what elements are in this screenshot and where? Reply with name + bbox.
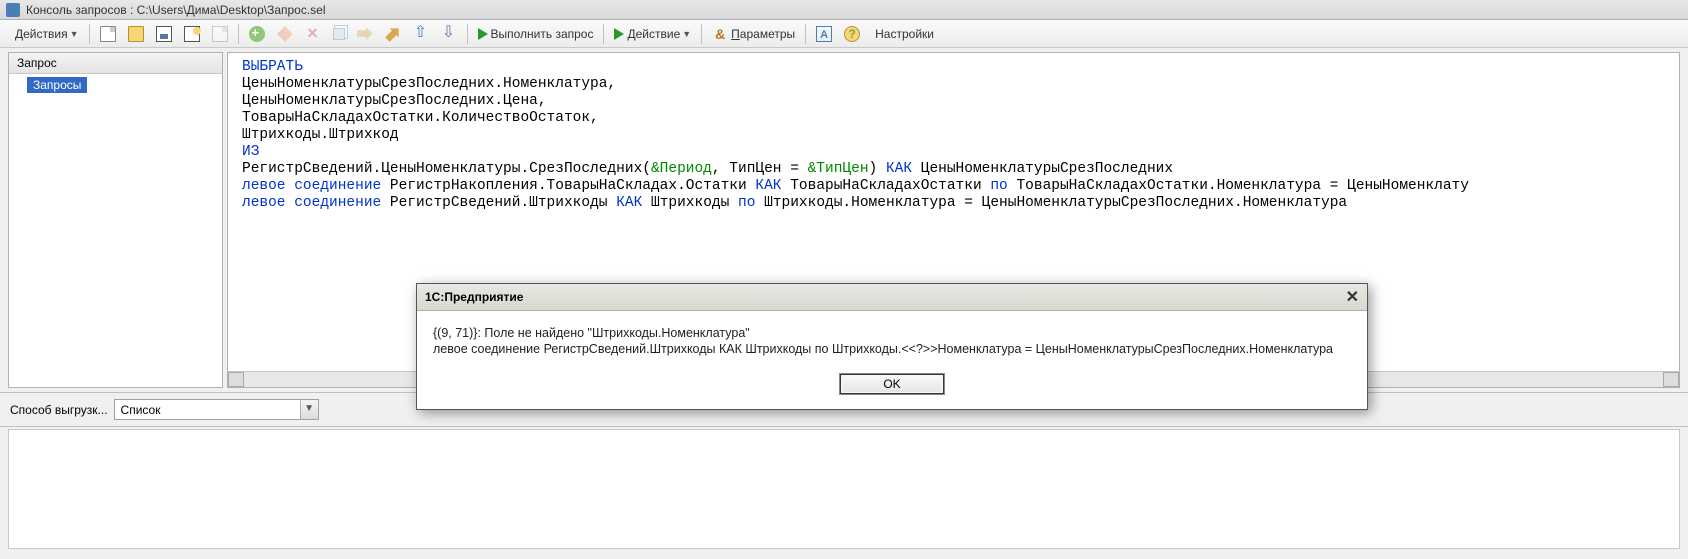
ok-button[interactable]: OK [839,373,945,395]
separator [89,24,90,44]
dialog-titlebar[interactable]: 1С:Предприятие ✕ [417,284,1367,311]
export-label: Способ выгрузк... [10,403,108,417]
save-as-icon [184,26,200,42]
sort-button[interactable] [380,23,406,45]
results-panel[interactable] [8,429,1680,549]
toolbar: Действия▼ ✕ ⇧ ⇩ Выполнить запрос Действи… [0,20,1688,48]
folder-open-icon [128,26,144,42]
tree-item-queries[interactable]: Запросы [27,77,87,93]
export-mode-value: Список [115,403,300,417]
save-as-button[interactable] [179,23,205,45]
play-icon [478,28,488,40]
arrow-up-icon: ⇧ [413,26,429,42]
settings-icon: A [816,26,832,42]
settings-button[interactable]: A [811,23,837,45]
disabled-button [207,23,233,45]
separator [238,24,239,44]
window-title: Консоль запросов : C:\Users\Дима\Desktop… [26,3,326,17]
close-icon[interactable]: ✕ [1346,287,1359,307]
plus-icon [249,26,265,42]
query-list-panel: Запрос Запросы [8,52,223,388]
separator [467,24,468,44]
open-button[interactable] [123,23,149,45]
move-down-button[interactable]: ⇩ [436,23,462,45]
export-mode-combo[interactable]: Список ▼ [114,399,319,420]
separator [805,24,806,44]
actions-menu-button[interactable]: Действия▼ [7,23,84,45]
execute-query-button[interactable]: Выполнить запрос [473,23,599,45]
help-button[interactable]: ? [839,23,865,45]
title-bar: Консоль запросов : C:\Users\Дима\Desktop… [0,0,1688,20]
save-button[interactable] [151,23,177,45]
add-button[interactable] [244,23,270,45]
move-up-button[interactable]: ⇧ [408,23,434,45]
sidebar-body[interactable]: Запросы [9,74,222,387]
document-icon [212,26,228,42]
delete-button: ✕ [300,23,326,45]
copy-icon [333,28,345,40]
play-icon [614,28,624,40]
action-menu-button[interactable]: Действие▼ [609,23,696,45]
dialog-message: {(9, 71)}: Поле не найдено "Штрихкоды.Но… [417,311,1367,367]
save-icon [156,26,172,42]
copy-button [328,23,350,45]
sort-icon [381,22,404,45]
error-dialog: 1С:Предприятие ✕ {(9, 71)}: Поле не найд… [416,283,1368,410]
delete-icon: ✕ [305,26,321,42]
parameters-button[interactable]: & Параметры [707,23,800,45]
move-button [352,23,378,45]
arrow-down-icon: ⇩ [441,26,457,42]
new-button[interactable] [95,23,121,45]
arrow-right-icon [357,26,373,42]
pencil-icon [277,26,293,42]
chevron-down-icon[interactable]: ▼ [300,400,318,419]
sidebar-header: Запрос [9,53,222,74]
separator [603,24,604,44]
app-icon [6,3,20,17]
dialog-title: 1С:Предприятие [425,290,523,304]
separator [701,24,702,44]
edit-button [272,23,298,45]
settings-link[interactable]: Настройки [867,23,939,45]
document-icon [100,26,116,42]
ampersand-icon: & [712,26,728,42]
help-icon: ? [844,26,860,42]
